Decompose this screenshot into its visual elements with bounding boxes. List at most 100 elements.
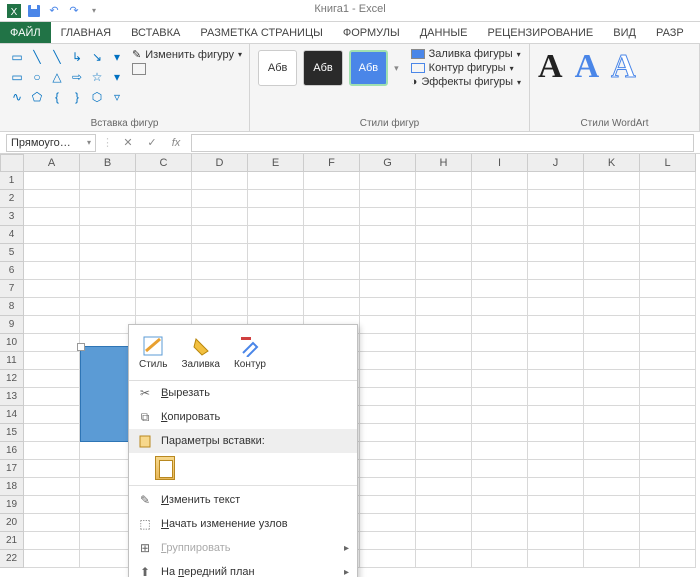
col-header-F[interactable]: F bbox=[304, 154, 360, 172]
shape-line2-icon[interactable]: ╲ bbox=[48, 48, 66, 66]
row-header-21[interactable]: 21 bbox=[0, 532, 24, 550]
row-header-18[interactable]: 18 bbox=[0, 478, 24, 496]
cell[interactable] bbox=[640, 550, 696, 568]
shape-rect-icon[interactable]: ▭ bbox=[8, 68, 26, 86]
cell[interactable] bbox=[472, 460, 528, 478]
cell[interactable] bbox=[192, 244, 248, 262]
cell[interactable] bbox=[24, 550, 80, 568]
cell[interactable] bbox=[416, 190, 472, 208]
cell[interactable] bbox=[584, 280, 640, 298]
cell[interactable] bbox=[192, 280, 248, 298]
cell[interactable] bbox=[528, 190, 584, 208]
cell[interactable] bbox=[360, 496, 416, 514]
cell[interactable] bbox=[360, 514, 416, 532]
cell[interactable] bbox=[80, 190, 136, 208]
shape-brace-icon[interactable]: { bbox=[48, 88, 66, 106]
row-header-6[interactable]: 6 bbox=[0, 262, 24, 280]
col-header-H[interactable]: H bbox=[416, 154, 472, 172]
cell[interactable] bbox=[360, 226, 416, 244]
cell[interactable] bbox=[360, 190, 416, 208]
cell[interactable] bbox=[472, 478, 528, 496]
ctx-item-на-передний-план[interactable]: ⬆На передний план bbox=[129, 560, 357, 577]
cell[interactable] bbox=[528, 424, 584, 442]
cell[interactable] bbox=[360, 532, 416, 550]
shape-tri-icon[interactable]: △ bbox=[48, 68, 66, 86]
cell[interactable] bbox=[528, 532, 584, 550]
cell[interactable] bbox=[640, 172, 696, 190]
cell[interactable] bbox=[472, 334, 528, 352]
tab-home[interactable]: ГЛАВНАЯ bbox=[51, 22, 121, 43]
style-preset-2[interactable]: Абв bbox=[303, 50, 342, 86]
cell[interactable] bbox=[528, 262, 584, 280]
ctx-item-вырезать[interactable]: ✂Вырезать bbox=[129, 381, 357, 405]
cell[interactable] bbox=[472, 370, 528, 388]
cell[interactable] bbox=[640, 226, 696, 244]
shape-line-icon[interactable]: ╲ bbox=[28, 48, 46, 66]
cell[interactable] bbox=[360, 352, 416, 370]
cell[interactable] bbox=[584, 550, 640, 568]
cell[interactable] bbox=[472, 406, 528, 424]
row-header-9[interactable]: 9 bbox=[0, 316, 24, 334]
cell[interactable] bbox=[640, 388, 696, 406]
cell[interactable] bbox=[472, 316, 528, 334]
cell[interactable] bbox=[304, 172, 360, 190]
mini-style[interactable]: Стиль bbox=[139, 335, 167, 370]
row-header-20[interactable]: 20 bbox=[0, 514, 24, 532]
cell[interactable] bbox=[360, 334, 416, 352]
cell[interactable] bbox=[136, 298, 192, 316]
cell[interactable] bbox=[528, 514, 584, 532]
cell[interactable] bbox=[416, 514, 472, 532]
cell[interactable] bbox=[136, 208, 192, 226]
cell[interactable] bbox=[584, 244, 640, 262]
shape-more3-icon[interactable]: ▿ bbox=[108, 88, 126, 106]
cell[interactable] bbox=[416, 496, 472, 514]
cell[interactable] bbox=[304, 280, 360, 298]
cell[interactable] bbox=[640, 424, 696, 442]
ctx-item-копировать[interactable]: ⧉Копировать bbox=[129, 405, 357, 429]
cell[interactable] bbox=[80, 262, 136, 280]
row-header-17[interactable]: 17 bbox=[0, 460, 24, 478]
cell[interactable] bbox=[472, 208, 528, 226]
tab-developer[interactable]: РАЗР bbox=[646, 22, 694, 43]
cell[interactable] bbox=[248, 208, 304, 226]
cell[interactable] bbox=[248, 298, 304, 316]
shape-textbox-icon[interactable]: ▭ bbox=[8, 48, 26, 66]
cell[interactable] bbox=[528, 280, 584, 298]
cell[interactable] bbox=[584, 208, 640, 226]
style-preset-3[interactable]: Абв bbox=[349, 50, 388, 86]
cell[interactable] bbox=[24, 298, 80, 316]
cell[interactable] bbox=[472, 514, 528, 532]
cell[interactable] bbox=[584, 532, 640, 550]
row-header-12[interactable]: 12 bbox=[0, 370, 24, 388]
cell[interactable] bbox=[136, 244, 192, 262]
redo-icon[interactable]: ↷ bbox=[66, 3, 82, 19]
cell[interactable] bbox=[136, 226, 192, 244]
cell[interactable] bbox=[360, 262, 416, 280]
cell[interactable] bbox=[360, 406, 416, 424]
styles-more-icon[interactable]: ▾ bbox=[394, 63, 399, 74]
cell[interactable] bbox=[640, 514, 696, 532]
style-preset-1[interactable]: Абв bbox=[258, 50, 297, 86]
col-header-C[interactable]: C bbox=[136, 154, 192, 172]
cell[interactable] bbox=[24, 208, 80, 226]
cell[interactable] bbox=[640, 298, 696, 316]
select-all-button[interactable] bbox=[0, 154, 24, 172]
cell[interactable] bbox=[416, 208, 472, 226]
cell[interactable] bbox=[584, 172, 640, 190]
shape-hex-icon[interactable]: ⬡ bbox=[88, 88, 106, 106]
edit-shape-button[interactable]: ✎Изменить фигуру▾ bbox=[132, 48, 242, 61]
cell[interactable] bbox=[528, 406, 584, 424]
cell[interactable] bbox=[416, 388, 472, 406]
cell[interactable] bbox=[472, 190, 528, 208]
cell[interactable] bbox=[80, 208, 136, 226]
cell[interactable] bbox=[584, 334, 640, 352]
cell[interactable] bbox=[416, 226, 472, 244]
cell[interactable] bbox=[640, 262, 696, 280]
cell[interactable] bbox=[416, 478, 472, 496]
cell[interactable] bbox=[528, 388, 584, 406]
cell[interactable] bbox=[416, 172, 472, 190]
cell[interactable] bbox=[80, 172, 136, 190]
mini-fill[interactable]: Заливка bbox=[181, 335, 220, 370]
col-header-I[interactable]: I bbox=[472, 154, 528, 172]
cell[interactable] bbox=[360, 172, 416, 190]
